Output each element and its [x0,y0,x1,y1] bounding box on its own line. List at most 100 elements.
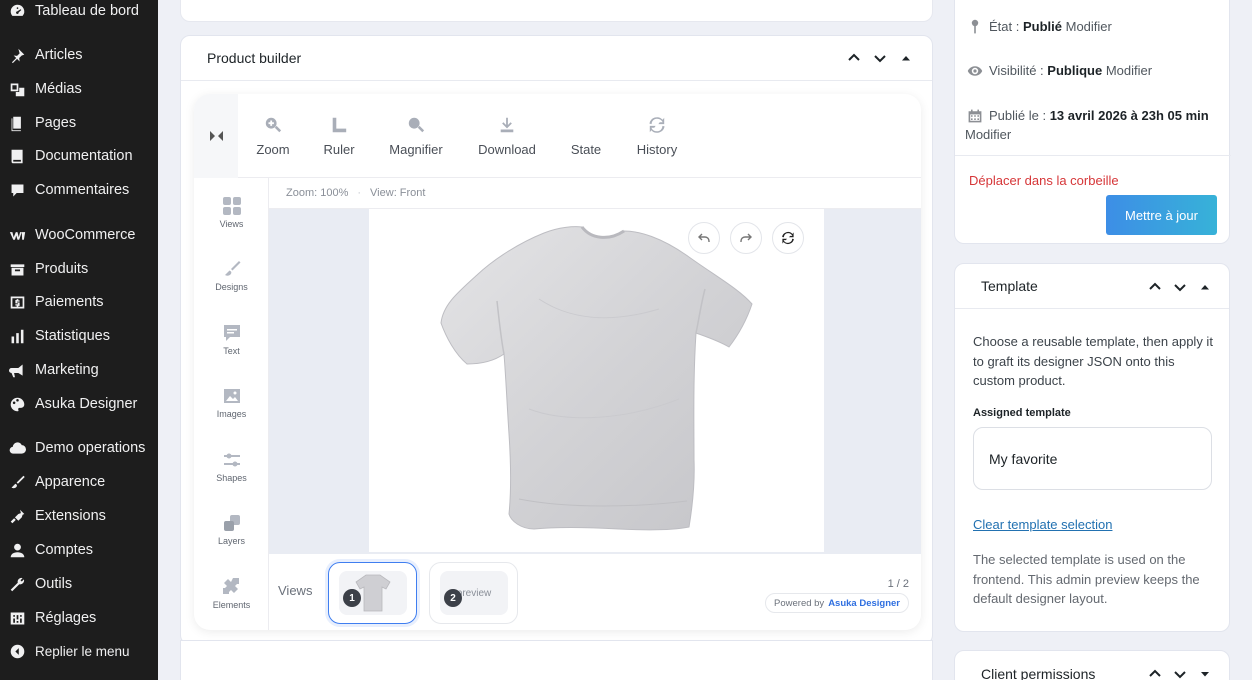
panel-controls [846,50,914,66]
sidebar-item-dashboard[interactable]: Tableau de bord [0,0,158,26]
designs-icon [194,259,269,279]
media-icon [8,80,26,98]
previous-panel [180,0,933,22]
sidebar-item-label: Documentation [35,148,133,164]
divider [955,155,1231,156]
view-pager: 1 / 2 [887,578,909,590]
archive-icon [8,260,26,278]
template-note: The selected template is used on the fro… [973,552,1200,606]
client-permissions-panel: Client permissions [954,650,1230,680]
tab-views[interactable]: Views [194,196,269,229]
cloud-icon [8,439,26,457]
tool-label: Download [478,142,536,157]
tool-magnifier[interactable]: Magnifier [386,114,446,157]
assigned-template-select[interactable]: My favorite [973,427,1212,490]
tab-shapes[interactable]: Shapes [194,450,269,483]
powered-by-badge[interactable]: Powered by Asuka Designer [765,593,909,613]
refresh-icon [782,231,794,245]
tool-ruler[interactable]: Ruler [322,114,356,157]
tab-label: Layers [217,536,245,546]
edit-status-link[interactable]: Modifier [1066,19,1112,34]
tab-text[interactable]: Text [194,323,269,356]
text-icon [194,323,269,343]
move-down-button[interactable] [872,50,888,66]
sidebar-item-statistiques[interactable]: Statistiques [0,321,158,351]
update-button[interactable]: Mettre à jour [1106,195,1217,235]
sidebar-item-pages[interactable]: Pages [0,108,158,138]
sidebar-item-label: Articles [35,47,83,63]
design-canvas[interactable] [369,209,824,552]
dashboard-icon [8,2,26,20]
tshirt-image [440,226,753,531]
undo-button[interactable] [688,222,720,254]
toggle-panel-button[interactable] [898,50,914,66]
triangle-down-icon [1201,672,1209,677]
triangle-up-icon [902,56,910,61]
tool-download[interactable]: Download [476,114,538,157]
zoom-level: Zoom: 100% [286,187,349,199]
publish-box: État : Publié Modifier Visibilité : Publ… [954,0,1231,244]
payments-icon [8,293,26,311]
move-up-button[interactable] [1147,279,1163,295]
panel-title: Product builder [181,36,932,81]
pin-icon [965,19,985,35]
product-builder-panel: Product builder Zoom Ruler Magnifier Dow… [180,35,933,645]
sidebar-item-label: Extensions [35,508,106,524]
clear-template-link[interactable]: Clear template selection [973,517,1112,532]
tool-label: Magnifier [389,142,443,157]
woo-icon [8,226,26,244]
toggle-panel-button[interactable] [1197,666,1213,680]
admin-sidebar: Tableau de bord Articles Médias Pages Do… [0,0,158,680]
edit-visibility-link[interactable]: Modifier [1106,63,1152,78]
sidebar-item-commentaires[interactable]: Commentaires [0,175,158,205]
sidebar-item-apparence[interactable]: Apparence [0,467,158,497]
sidebar-item-articles[interactable]: Articles [0,40,158,70]
tab-label: Text [223,346,240,356]
chevron-down-icon [1174,671,1186,679]
sidebar-item-medias[interactable]: Médias [0,74,158,104]
tool-history[interactable]: History [634,114,680,157]
sidebar-item-documentation[interactable]: Documentation [0,141,158,171]
move-down-button[interactable] [1172,279,1188,295]
sidebar-item-label: Replier le menu [35,643,130,659]
tab-layers[interactable]: Layers [194,513,269,546]
move-up-button[interactable] [1147,666,1163,680]
sidebar-item-woocommerce[interactable]: WooCommerce [0,220,158,250]
canvas-area [269,209,921,554]
tab-elements[interactable]: Elements [194,577,269,610]
tab-designs[interactable]: Designs [194,259,269,292]
sidebar-item-marketing[interactable]: Marketing [0,355,158,385]
tool-zoom[interactable]: Zoom [256,114,290,157]
toggle-sidebar-button[interactable] [194,94,238,178]
status-label: État : [989,19,1023,34]
sidebar-collapse-menu[interactable]: Replier le menu [0,636,158,666]
visibility-row: Visibilité : Publique Modifier [965,63,1152,79]
sidebar-item-reglages[interactable]: Réglages [0,603,158,633]
sidebar-item-paiements[interactable]: Paiements [0,287,158,317]
reset-button[interactable] [772,222,804,254]
sidebar-item-produits[interactable]: Produits [0,254,158,284]
redo-button[interactable] [730,222,762,254]
sidebar-item-asuka-designer[interactable]: Asuka Designer [0,389,158,419]
tool-label: Ruler [323,142,355,157]
tab-label: Designs [215,282,248,292]
view-thumbnail-1[interactable]: 1 [328,562,417,624]
move-to-trash-link[interactable]: Déplacer dans la corbeille [969,173,1119,188]
tool-state[interactable]: State [568,114,604,157]
sidebar-item-extensions[interactable]: Extensions [0,501,158,531]
move-down-button[interactable] [1172,666,1188,680]
pin-icon [8,46,26,64]
edit-date-link[interactable]: Modifier [965,127,1011,142]
sidebar-item-outils[interactable]: Outils [0,569,158,599]
view-thumbnail-2[interactable]: preview 2 [429,562,518,624]
move-up-button[interactable] [846,50,862,66]
book-icon [8,147,26,165]
sidebar-item-comptes[interactable]: Comptes [0,535,158,565]
toggle-panel-button[interactable] [1197,279,1213,295]
template-description: Choose a reusable template, then apply i… [973,334,1213,388]
tab-label: Elements [212,600,251,610]
sidebar-item-demo-operations[interactable]: Demo operations [0,433,158,463]
calendar-icon [965,108,985,124]
settings-icon [8,609,26,627]
tab-images[interactable]: Images [194,386,269,419]
